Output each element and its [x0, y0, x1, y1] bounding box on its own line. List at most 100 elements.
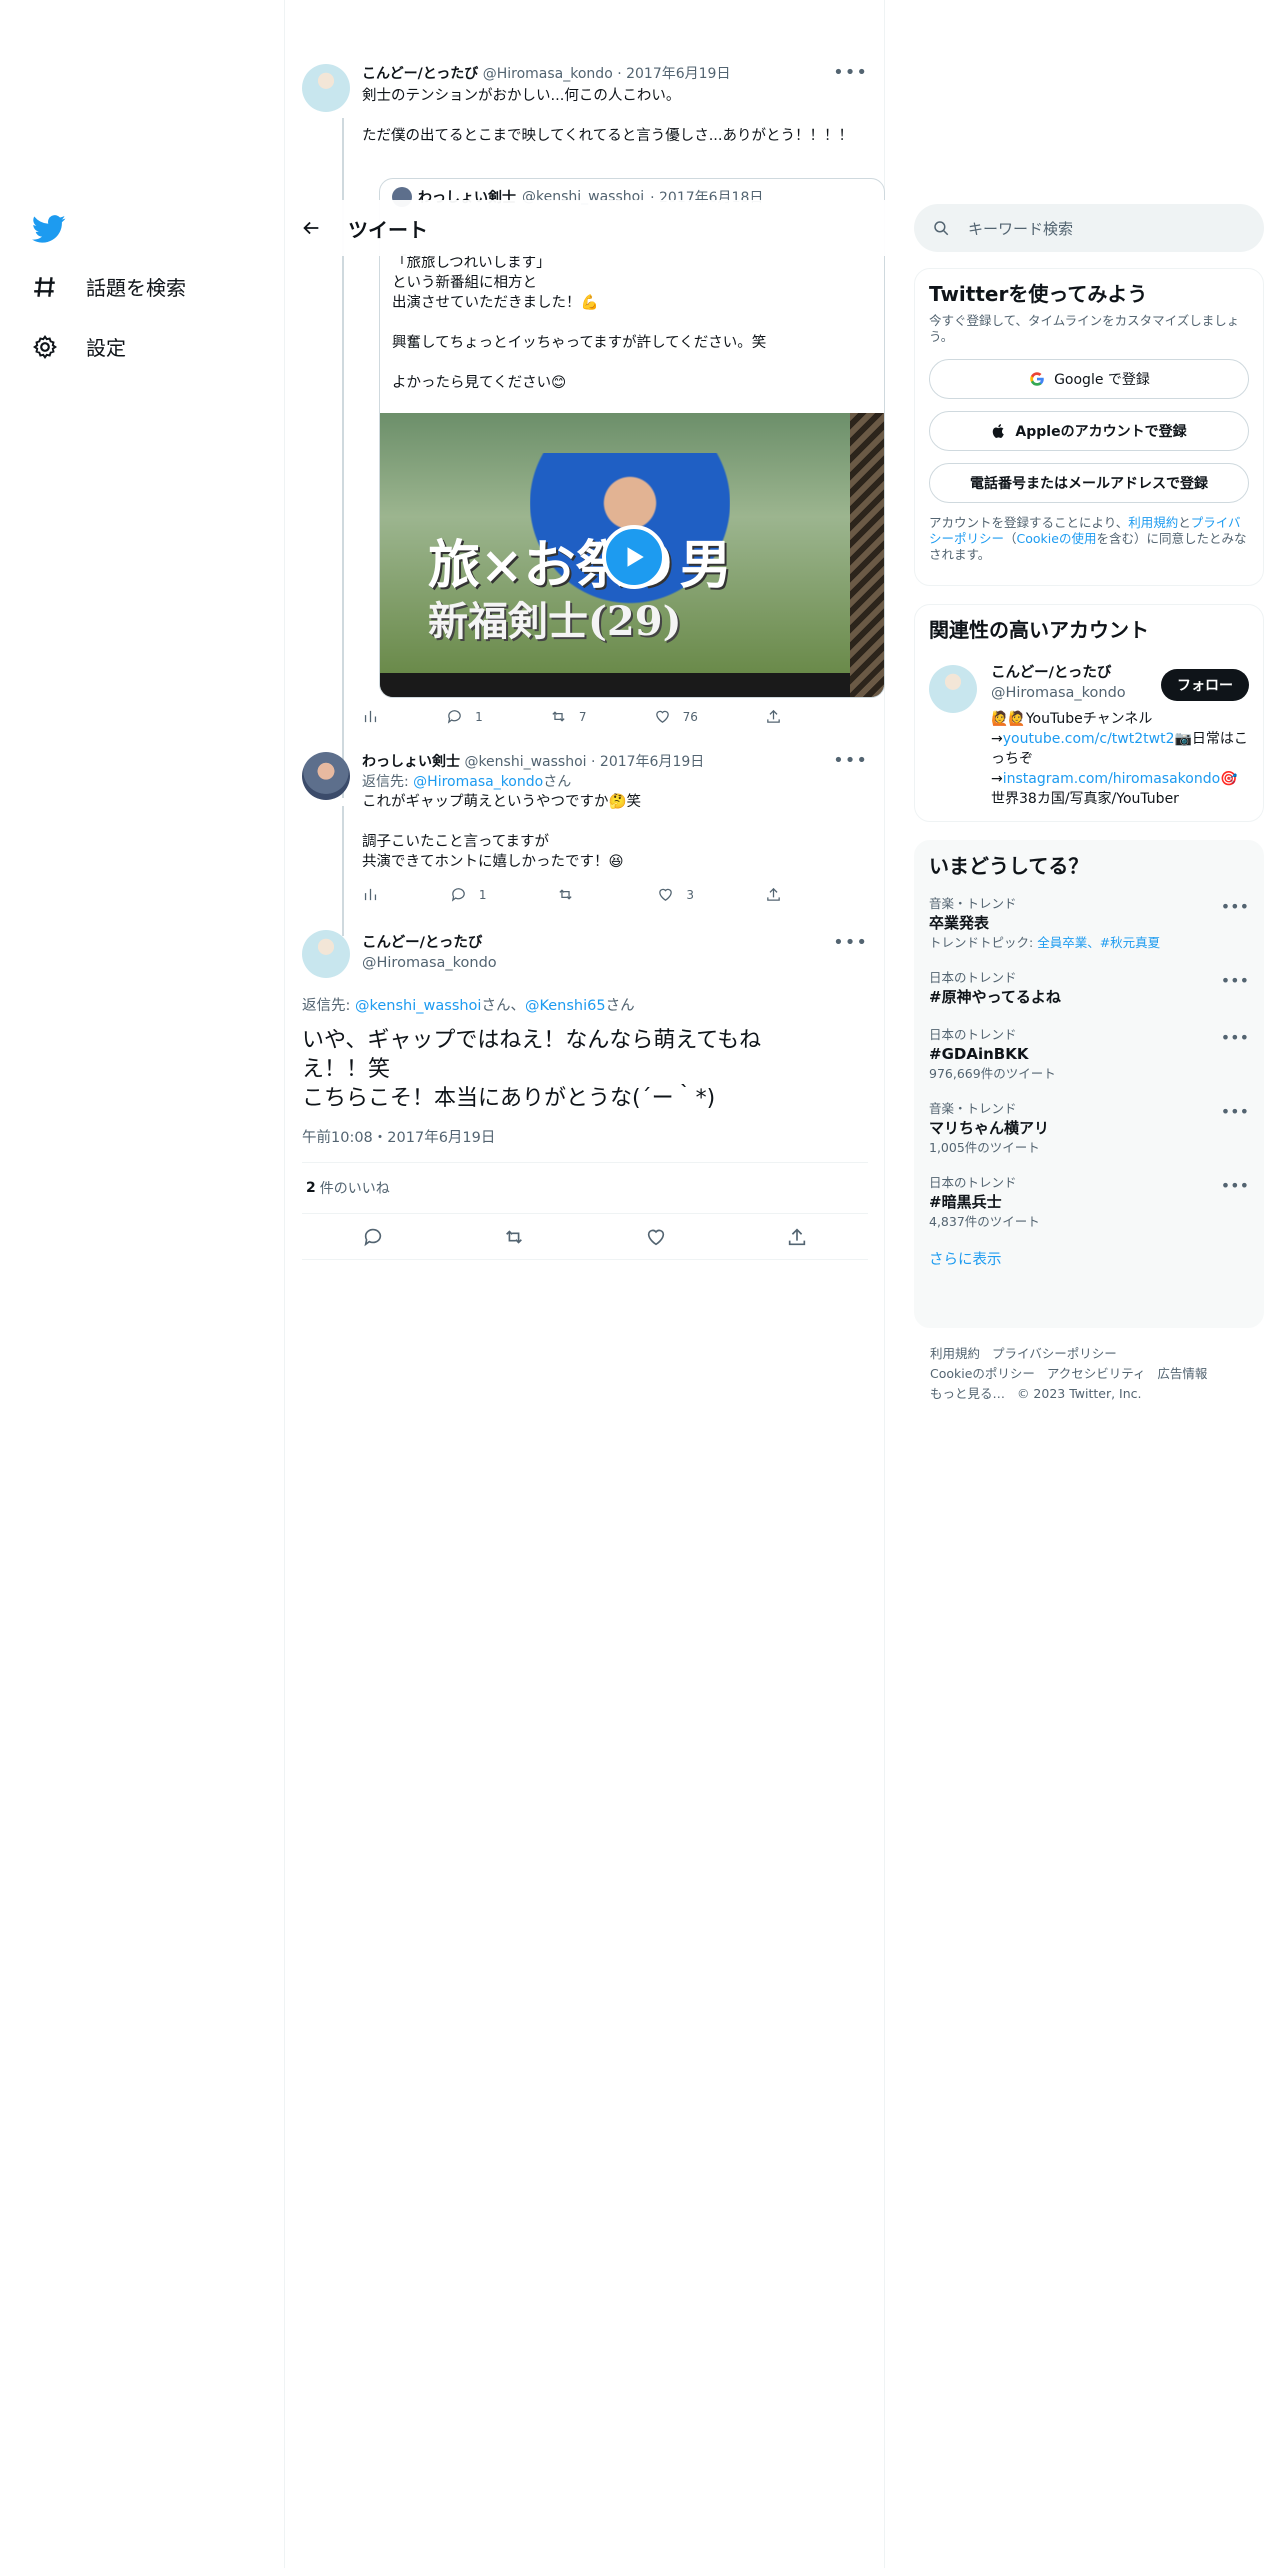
more-icon[interactable]: •••: [1221, 897, 1249, 916]
apple-icon: [993, 424, 1005, 438]
reply-mention[interactable]: @Kenshi65: [525, 998, 606, 1014]
share-icon[interactable]: [786, 1226, 808, 1248]
like-button[interactable]: 3: [657, 886, 694, 903]
footer-ads-link[interactable]: 広告情報: [1157, 1366, 1207, 1381]
apple-signup-button[interactable]: Appleのアカウントで登録: [929, 411, 1249, 451]
author-handle[interactable]: @Hiromasa_kondo: [483, 66, 613, 82]
more-icon[interactable]: •••: [1221, 1102, 1249, 1121]
author-handle[interactable]: @kenshi_wasshoi: [464, 754, 586, 770]
video-overlay-name: 新福剣士(29): [428, 598, 682, 645]
back-arrow-icon[interactable]: [300, 217, 322, 239]
reply-context: 返信先: @kenshi_wasshoiさん、@Kenshi65さん: [302, 994, 635, 1015]
analytics-button[interactable]: [362, 708, 379, 725]
more-icon[interactable]: •••: [1221, 1028, 1249, 1047]
retweet-button[interactable]: 7: [550, 708, 587, 725]
retweet-button[interactable]: [557, 886, 586, 903]
more-icon[interactable]: •••: [833, 932, 868, 953]
quoted-tweet[interactable]: わっしょい剣士 @kenshi_wasshoi · 2017年6月18日 「旅旅…: [379, 178, 885, 698]
search-placeholder: キーワード検索: [968, 219, 1074, 238]
footer-cookie-link[interactable]: Cookieのポリシー: [930, 1366, 1035, 1381]
footer-terms-link[interactable]: 利用規約: [930, 1346, 980, 1361]
share-button[interactable]: [765, 886, 782, 903]
nav-settings-label: 設定: [86, 336, 126, 360]
footer-accessibility-link[interactable]: アクセシビリティ: [1047, 1366, 1146, 1381]
apple-signup-label: Appleのアカウントで登録: [1015, 424, 1187, 440]
analytics-icon: [364, 710, 377, 723]
thread-tweet[interactable]: こんどー/とったび @Hiromasa_kondo · 2017年6月19日 •…: [302, 62, 885, 798]
analytics-button[interactable]: [362, 886, 379, 903]
trend-item[interactable]: 音楽・トレンド 卒業発表 トレンドトピック: 全員卒業、#秋元真夏 •••: [929, 895, 1249, 951]
signup-subtitle: 今すぐ登録して、タイムラインをカスタマイズしましょう。: [929, 313, 1240, 344]
tweet-timestamp[interactable]: 午前10:08・2017年6月19日: [302, 1126, 495, 1147]
nav-explore[interactable]: 話題を検索: [32, 272, 186, 301]
heart-icon[interactable]: [645, 1226, 667, 1248]
heart-icon: [659, 888, 673, 901]
reply-icon[interactable]: [362, 1226, 384, 1248]
retweet-count: 7: [578, 709, 587, 724]
author-handle[interactable]: @Hiromasa_kondo: [362, 953, 497, 973]
avatar[interactable]: [302, 930, 350, 978]
left-nav: 話題を検索 設定: [0, 0, 285, 2568]
follow-button[interactable]: フォロー: [1161, 669, 1249, 701]
reply-context: 返信先: @Hiromasa_kondoさん: [362, 772, 868, 792]
search-bar[interactable]: キーワード検索: [914, 204, 1264, 252]
footer-privacy-link[interactable]: プライバシーポリシー: [992, 1346, 1117, 1361]
video-thumbnail[interactable]: 旅×お祭り男 新福剣士(29): [380, 413, 884, 697]
trend-item[interactable]: 日本のトレンド #原神やってるよね •••: [929, 969, 1249, 1008]
related-bio: 🙋🙋YouTubeチャンネル →youtube.com/c/twt2twt2📷日…: [991, 709, 1251, 809]
footer-more-link[interactable]: もっと見る…: [930, 1386, 1005, 1401]
terms-link[interactable]: 利用規約: [1128, 515, 1178, 530]
author-name[interactable]: わっしょい剣士: [362, 754, 460, 770]
tweet-date[interactable]: · 2017年6月19日: [591, 754, 704, 770]
nav-settings[interactable]: 設定: [32, 332, 126, 361]
more-icon[interactable]: •••: [833, 750, 868, 771]
show-more-link[interactable]: さらに表示: [929, 1248, 1249, 1269]
trend-item[interactable]: 日本のトレンド #GDAinBKK 976,669件のツイート •••: [929, 1026, 1249, 1082]
thread-line: [342, 806, 344, 936]
related-name[interactable]: こんどー/とったび: [991, 663, 1126, 683]
trend-topic-link[interactable]: 全員卒業、#秋元真夏: [1037, 935, 1160, 950]
more-icon[interactable]: •••: [1221, 971, 1249, 990]
trend-item[interactable]: 日本のトレンド #暗黒兵士 4,837件のツイート •••: [929, 1174, 1249, 1230]
thread-tweet[interactable]: わっしょい剣士 @kenshi_wasshoi · 2017年6月19日 •••…: [302, 750, 868, 936]
search-icon: [934, 221, 949, 236]
trend-item[interactable]: 音楽・トレンド マリちゃん横アリ 1,005件のツイート •••: [929, 1100, 1249, 1156]
more-icon[interactable]: •••: [833, 62, 868, 83]
related-accounts-card: 関連性の高いアカウント こんどー/とったび @Hiromasa_kondo フォ…: [914, 604, 1264, 822]
avatar[interactable]: [302, 752, 350, 800]
tweet-header-bar: ツイート: [285, 200, 885, 256]
reply-mention[interactable]: @Hiromasa_kondo: [413, 774, 543, 790]
instagram-link[interactable]: instagram.com/hiromasakondo: [1003, 771, 1220, 787]
like-count: 3: [686, 887, 695, 902]
reply-mention[interactable]: @kenshi_wasshoi: [355, 998, 481, 1014]
reply-button[interactable]: 1: [450, 886, 487, 903]
reply-button[interactable]: 1: [446, 708, 483, 725]
like-button[interactable]: 76: [654, 708, 698, 725]
avatar[interactable]: [302, 64, 350, 112]
youtube-link[interactable]: youtube.com/c/twt2twt2: [1003, 731, 1175, 747]
avatar[interactable]: [929, 665, 977, 713]
page-title: ツイート: [348, 217, 428, 242]
share-button[interactable]: [765, 708, 782, 725]
trend-category: 音楽・トレンド: [929, 896, 1017, 911]
twitter-logo-icon[interactable]: [32, 212, 66, 246]
like-count: 76: [682, 709, 698, 724]
reply-prefix: 返信先:: [302, 998, 355, 1014]
cookie-pre: （: [1004, 531, 1017, 546]
likes-summary[interactable]: 2 件のいいね: [302, 1162, 868, 1214]
tweet-date[interactable]: · 2017年6月19日: [617, 66, 730, 82]
author-name[interactable]: こんどー/とったび: [362, 933, 497, 953]
play-button[interactable]: [602, 525, 666, 589]
heart-icon: [655, 710, 669, 723]
author-name[interactable]: こんどー/とったび: [362, 66, 478, 82]
bio-text: 🎯: [1220, 771, 1238, 787]
phone-email-signup-button[interactable]: 電話番号またはメールアドレスで登録: [929, 463, 1249, 503]
trend-category: 日本のトレンド: [929, 1175, 1017, 1190]
google-signup-button[interactable]: Google で登録: [929, 359, 1249, 399]
more-icon[interactable]: •••: [1221, 1176, 1249, 1195]
related-handle[interactable]: @Hiromasa_kondo: [991, 683, 1126, 703]
retweet-icon[interactable]: [503, 1226, 525, 1248]
cookie-link[interactable]: Cookieの使用: [1017, 531, 1097, 546]
footer-copyright: © 2023 Twitter, Inc.: [1016, 1386, 1142, 1401]
trend-count: 976,669件のツイート: [929, 1066, 1056, 1081]
